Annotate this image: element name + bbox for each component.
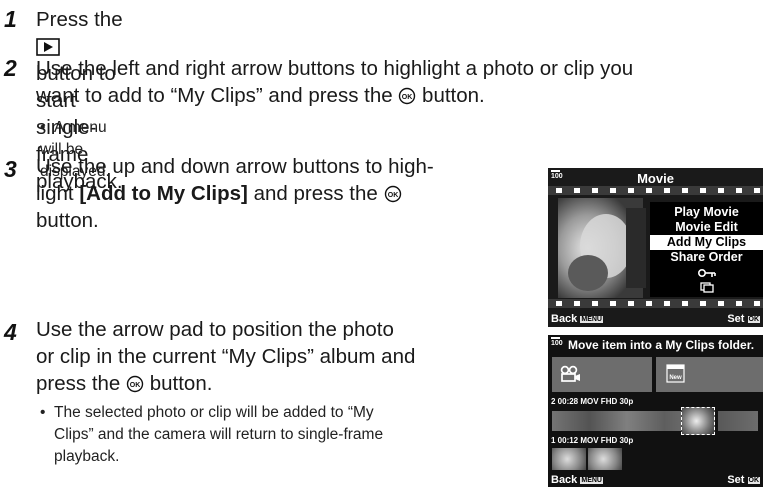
ok-button-badge: OK [747, 316, 760, 323]
playback-button-icon [36, 38, 60, 56]
clip-thumbnail-strip [552, 448, 632, 470]
menu-item-protect[interactable] [650, 265, 763, 280]
bullet-text: The selected photo or clip will be added… [54, 404, 374, 421]
svg-text:OK: OK [130, 382, 141, 389]
step-text-part: button. [149, 372, 213, 395]
step-line: or clip in the current “My Clips” album … [36, 345, 416, 368]
key-icon [697, 268, 716, 277]
set-label: Set OK [727, 313, 760, 325]
svg-text:OK: OK [387, 192, 398, 199]
clip-thumbnail-selected[interactable] [681, 407, 715, 435]
menu-item-add-my-clips[interactable]: Add My Clips [650, 235, 763, 250]
step-text: Use the arrow pad to position the photo … [36, 316, 556, 397]
film-strip-top [548, 186, 763, 195]
bullet-text: Clips” and the camera will return to sin… [54, 426, 384, 443]
camera-screen-movie-menu: 100 Movie Play Movie Movie Edit Add My C… [548, 168, 763, 327]
film-strip-bottom [548, 299, 763, 308]
copy-icon [699, 282, 714, 293]
step-line: button. [36, 209, 99, 232]
step-line: Use the arrow pad to position the photo [36, 318, 394, 341]
new-label: New [669, 375, 682, 381]
step-line: Use the left and right arrow buttons to … [36, 57, 634, 80]
back-label: Back MENU [551, 474, 603, 486]
screen-header: Move item into a My Clips folder. [568, 338, 755, 352]
step-text-part: press the [36, 372, 121, 395]
clip-thumbnail-strip [552, 407, 763, 435]
bullet: • The selected photo or clip will be add… [40, 402, 500, 468]
menu-item-copy[interactable] [650, 280, 763, 295]
movie-folder-icon [560, 365, 580, 382]
step-text-part: want to add to “My Clips” and press the [36, 84, 393, 107]
menu-button-badge: MENU [580, 477, 603, 484]
menu-item-share-order[interactable]: Share Order [650, 250, 763, 265]
step-number: 4 [4, 319, 17, 345]
clip-row-info: 1 00:12 MOV FHD 30p [551, 436, 634, 445]
ok-button-icon: OK [399, 87, 416, 105]
step-line: light [Add to My Clips] and press the OK [36, 180, 556, 207]
step-text: Use the left and right arrow buttons to … [36, 55, 763, 109]
step-number: 1 [4, 6, 17, 32]
ok-button-badge: OK [747, 477, 760, 484]
ok-button-icon: OK [384, 185, 401, 203]
svg-text:OK: OK [402, 94, 413, 101]
step-text-part: button. [422, 84, 485, 107]
menu-item-reference: [Add to My Clips] [79, 182, 248, 205]
step-text-part: light [36, 182, 74, 205]
bullet-text: playback. [54, 448, 120, 465]
my-clips-folder[interactable] [552, 357, 652, 392]
new-clip-icon: New [666, 364, 685, 383]
step-line: press the OK button. [36, 370, 556, 397]
step-line: want to add to “My Clips” and press the … [36, 82, 763, 109]
menu-button-badge: MENU [580, 316, 603, 323]
set-label: Set OK [727, 474, 760, 486]
camera-screen-my-clips: 100 Move item into a My Clips folder. Ne… [548, 335, 763, 487]
clip-row-info: 2 00:28 MOV FHD 30p [551, 397, 634, 406]
ok-button-icon: OK [126, 375, 144, 393]
menu-item-play-movie[interactable]: Play Movie [650, 205, 763, 220]
card-counter: 100 [551, 337, 563, 347]
step-number: 2 [4, 55, 17, 81]
menu-title: Movie [637, 171, 674, 186]
step-number: 3 [4, 156, 17, 182]
step-text-part: Press the [36, 8, 123, 31]
step-text-part: and press the [253, 182, 378, 205]
step-line: Use the up and down arrow buttons to hig… [36, 155, 434, 178]
back-label: Back MENU [551, 313, 603, 325]
menu-item-movie-edit[interactable]: Movie Edit [650, 220, 763, 235]
new-folder-tile[interactable]: New [656, 357, 763, 392]
step-text: Use the up and down arrow buttons to hig… [36, 153, 556, 234]
playback-menu: Play Movie Movie Edit Add My Clips Share… [650, 202, 763, 297]
